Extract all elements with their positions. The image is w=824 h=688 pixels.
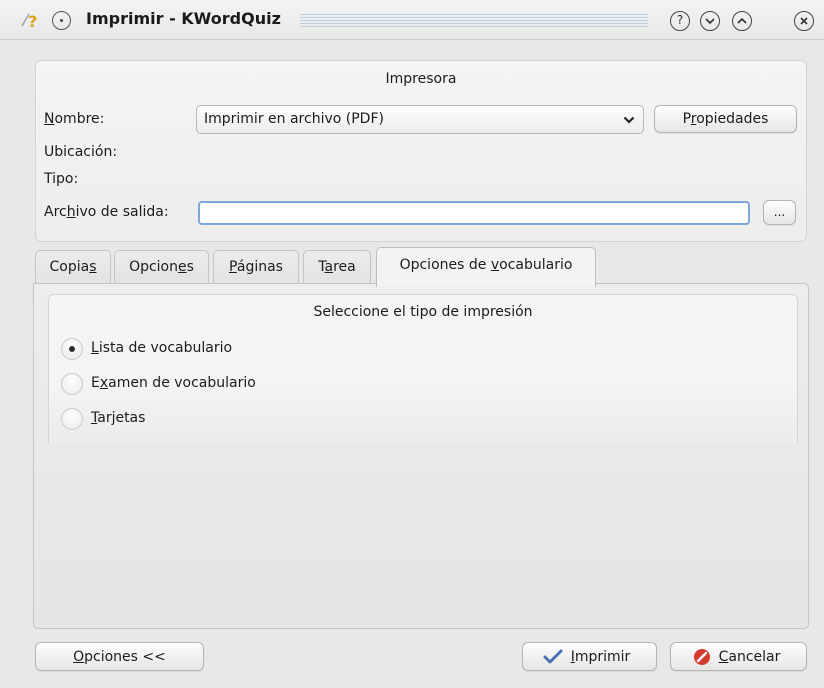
- print-button[interactable]: Imprimir: [522, 642, 657, 671]
- checkmark-icon: [543, 649, 563, 664]
- close-button[interactable]: [794, 11, 814, 31]
- output-file-input[interactable]: [198, 201, 750, 225]
- window-title: Imprimir - KWordQuiz: [86, 9, 281, 28]
- window-menu-button[interactable]: [52, 11, 71, 30]
- cancel-button[interactable]: Cancelar: [670, 642, 807, 671]
- tab-panel: Seleccione el tipo de impresión Lista de…: [33, 283, 809, 629]
- kwordquiz-app-icon: ?: [21, 12, 37, 30]
- title-bar[interactable]: ? Imprimir - KWordQuiz ?: [0, 0, 824, 40]
- type-label: Tipo:: [44, 171, 79, 187]
- radio-label: Examen de vocabulario: [91, 375, 256, 391]
- print-type-group: Seleccione el tipo de impresión Lista de…: [48, 294, 798, 444]
- tab-copias[interactable]: Copias: [35, 250, 111, 286]
- radio-button[interactable]: [61, 338, 83, 360]
- chevron-down-icon: [623, 116, 635, 124]
- chevron-down-icon: [705, 18, 715, 25]
- help-button[interactable]: ?: [670, 11, 690, 31]
- output-file-label: Archivo de salida:: [44, 204, 169, 220]
- radio-label: Tarjetas: [91, 410, 146, 426]
- maximize-button[interactable]: [732, 11, 752, 31]
- radio-button[interactable]: [61, 408, 83, 430]
- name-label: Nombre:: [44, 111, 105, 127]
- tab-opciones[interactable]: Opciones: [114, 250, 209, 286]
- printer-name-value: Imprimir en archivo (PDF): [204, 111, 384, 127]
- properties-button[interactable]: Propiedades: [654, 105, 797, 133]
- tab-tarea[interactable]: Tarea: [303, 250, 371, 286]
- tab-opciones-vocabulario[interactable]: Opciones de vocabulario: [376, 247, 596, 287]
- printer-name-combo[interactable]: Imprimir en archivo (PDF): [196, 105, 644, 134]
- svg-text:?: ?: [28, 12, 37, 30]
- printer-group-title: Impresora: [385, 71, 457, 87]
- print-type-title: Seleccione el tipo de impresión: [313, 304, 533, 320]
- tab-paginas[interactable]: Páginas: [213, 250, 299, 286]
- options-toggle-button[interactable]: Opciones <<: [35, 642, 204, 671]
- chevron-up-icon: [737, 17, 747, 24]
- close-icon: [800, 17, 808, 25]
- radio-button[interactable]: [61, 373, 83, 395]
- printer-group: Impresora Nombre: Imprimir en archivo (P…: [35, 60, 807, 242]
- location-label: Ubicación:: [44, 144, 118, 160]
- title-bar-decoration: [300, 14, 648, 27]
- cancel-icon: [694, 649, 710, 665]
- radio-label: Lista de vocabulario: [91, 340, 233, 356]
- minimize-button[interactable]: [700, 11, 720, 31]
- browse-button[interactable]: ...: [763, 200, 796, 225]
